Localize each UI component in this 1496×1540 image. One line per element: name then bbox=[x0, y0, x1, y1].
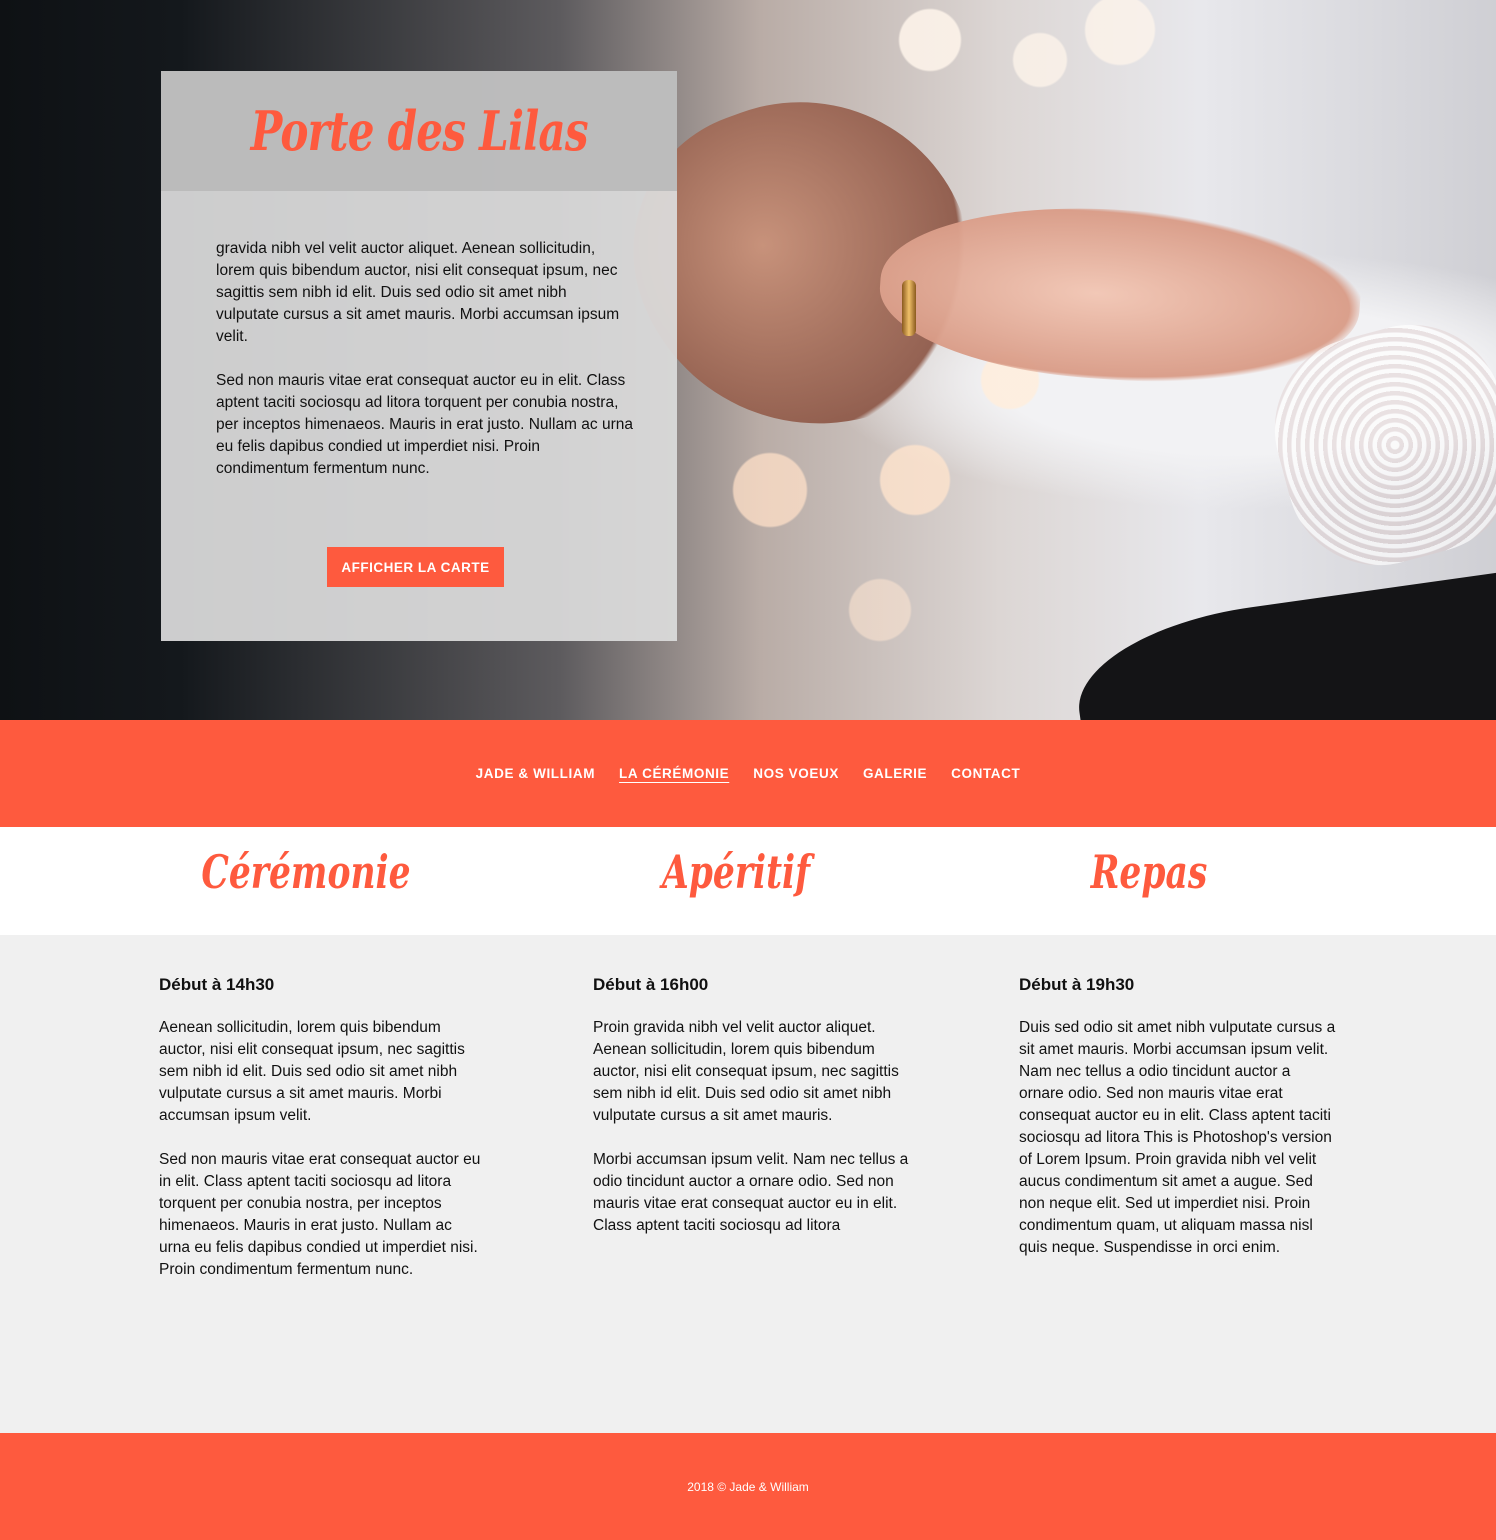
venue-paragraph: gravida nibh vel velit auctor aliquet. A… bbox=[216, 240, 620, 345]
suit-sleeve-image bbox=[1068, 568, 1496, 720]
nav-item-contact[interactable]: CONTACT bbox=[951, 766, 1020, 781]
column-title-aperitif: Apéritif bbox=[661, 845, 811, 899]
venue-paragraph: Sed non mauris vitae erat consequat auct… bbox=[216, 372, 633, 477]
column-paragraph: Sed non mauris vitae erat consequat auct… bbox=[159, 1151, 481, 1278]
nav-item-jade-william[interactable]: JADE & WILLIAM bbox=[476, 766, 595, 781]
column-paragraph: Aenean sollicitudin, lorem quis bibendum… bbox=[159, 1019, 465, 1124]
show-map-button[interactable]: AFFICHER LA CARTE bbox=[327, 547, 504, 587]
column-title-ceremonie: Cérémonie bbox=[201, 845, 411, 899]
venue-card: Porte des Lilas gravida nibh vel velit a… bbox=[161, 71, 677, 641]
column-paragraph: Duis sed odio sit amet nibh vulputate cu… bbox=[1019, 1019, 1336, 1256]
column-start-time: Début à 16h00 bbox=[593, 975, 709, 994]
schedule-column-ceremonie: Début à 14h30 Aenean sollicitudin, lorem… bbox=[159, 975, 481, 1303]
column-paragraph: Proin gravida nibh vel velit auctor aliq… bbox=[593, 1019, 899, 1124]
schedule-column-aperitif: Début à 16h00 Proin gravida nibh vel vel… bbox=[593, 975, 915, 1259]
hero-section: Porte des Lilas gravida nibh vel velit a… bbox=[0, 0, 1496, 720]
schedule-column-repas: Début à 19h30 Duis sed odio sit amet nib… bbox=[1019, 975, 1339, 1281]
venue-card-header: Porte des Lilas bbox=[161, 71, 677, 191]
column-start-time: Début à 14h30 bbox=[159, 975, 275, 994]
column-paragraph: Morbi accumsan ipsum velit. Nam nec tell… bbox=[593, 1151, 909, 1234]
schedule-titles: Cérémonie Apéritif Repas bbox=[0, 827, 1496, 935]
schedule-content: Début à 14h30 Aenean sollicitudin, lorem… bbox=[0, 935, 1496, 1433]
site-footer: 2018 © Jade & William bbox=[0, 1433, 1496, 1540]
venue-title: Porte des Lilas bbox=[250, 99, 588, 163]
venue-description: gravida nibh vel velit auctor aliquet. A… bbox=[161, 191, 677, 480]
column-title-repas: Repas bbox=[1090, 845, 1208, 899]
nav-item-ceremonie[interactable]: LA CÉRÉMONIE bbox=[619, 766, 729, 781]
nav-item-nos-voeux[interactable]: NOS VOEUX bbox=[753, 766, 839, 781]
nav-item-galerie[interactable]: GALERIE bbox=[863, 766, 927, 781]
main-navigation: JADE & WILLIAM LA CÉRÉMONIE NOS VOEUX GA… bbox=[0, 720, 1496, 827]
wedding-ring-image bbox=[902, 280, 916, 336]
column-start-time: Début à 19h30 bbox=[1019, 975, 1135, 994]
copyright-text: 2018 © Jade & William bbox=[687, 1479, 809, 1494]
